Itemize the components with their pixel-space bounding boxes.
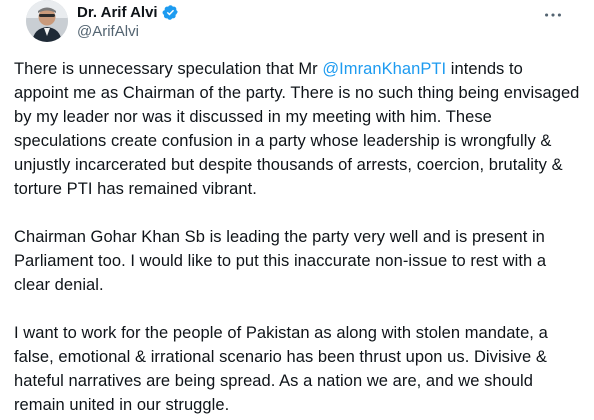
author-handle[interactable]: @ArifAlvi: [77, 23, 179, 40]
author-names: Dr. Arif Alvi @ArifAlvi: [77, 2, 179, 40]
verified-badge-icon[interactable]: [162, 4, 179, 21]
tweet-text: There is unnecessary speculation that Mr…: [14, 57, 580, 420]
tweet-paragraph-2: Chairman Gohar Khan Sb is leading the pa…: [14, 228, 547, 294]
tweet-paragraph-3: I want to work for the people of Pakista…: [14, 324, 548, 414]
tweet-card: Dr. Arif Alvi @ArifAlvi There is unneces…: [0, 0, 594, 420]
tweet-header: Dr. Arif Alvi @ArifAlvi: [14, 0, 580, 58]
p1-after: intends to appoint me as Chairman of the…: [14, 60, 580, 198]
avatar-photo: [26, 0, 68, 42]
more-options-icon[interactable]: [542, 4, 564, 26]
name-row: Dr. Arif Alvi: [77, 2, 179, 22]
mention-link[interactable]: @ImranKhanPTI: [322, 60, 446, 78]
author-display-name[interactable]: Dr. Arif Alvi: [77, 4, 158, 21]
p1-before: There is unnecessary speculation that Mr: [14, 60, 323, 78]
author-avatar[interactable]: [26, 0, 68, 42]
tweet-paragraph-1: There is unnecessary speculation that Mr…: [14, 57, 580, 201]
